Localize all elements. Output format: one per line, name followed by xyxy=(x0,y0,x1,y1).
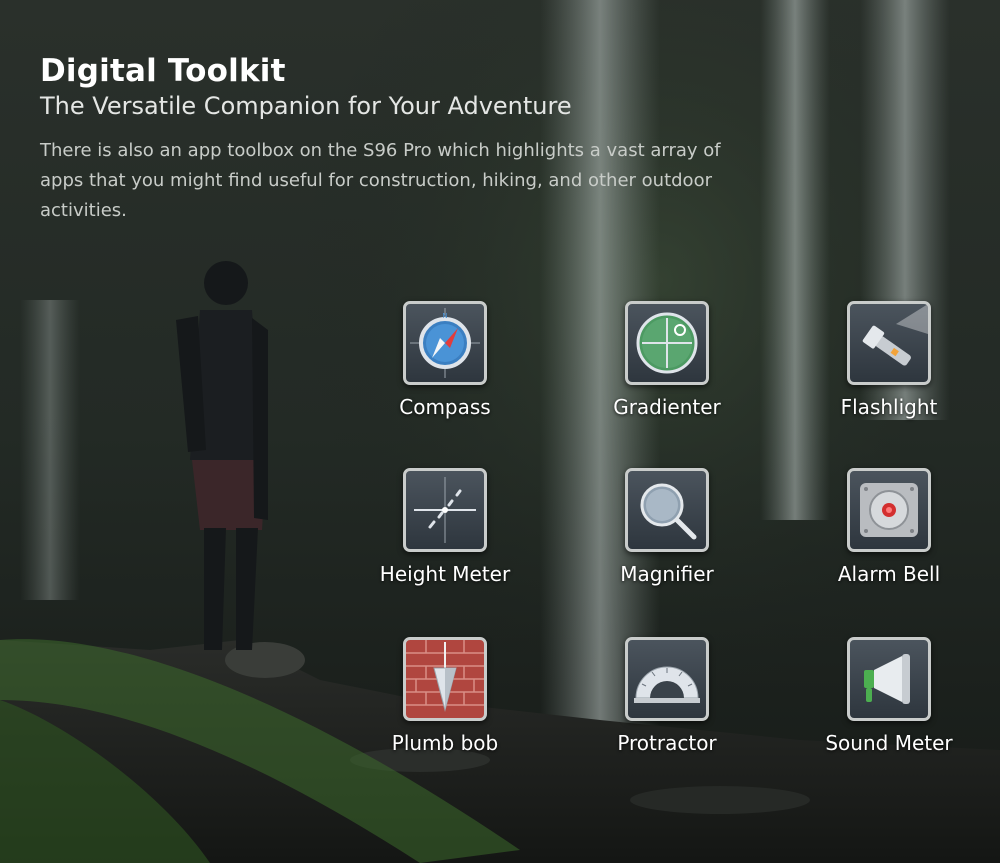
app-grid: N Compass Gradienter Flashlight Height M… xyxy=(0,0,1000,863)
plumb-bob-icon xyxy=(403,637,487,721)
app-label: Compass xyxy=(399,395,491,419)
app-label: Alarm Bell xyxy=(837,562,941,586)
sound-meter-icon xyxy=(847,637,931,721)
app-label: Height Meter xyxy=(379,562,511,586)
gradienter-icon xyxy=(625,301,709,385)
magnifier-icon xyxy=(625,468,709,552)
app-gradienter[interactable]: Gradienter xyxy=(577,301,757,419)
app-label: Gradienter xyxy=(613,395,721,419)
app-sound-meter[interactable]: Sound Meter xyxy=(799,637,979,755)
app-label: Magnifier xyxy=(620,562,714,586)
app-compass[interactable]: N Compass xyxy=(355,301,535,419)
app-magnifier[interactable]: Magnifier xyxy=(577,468,757,586)
app-height-meter[interactable]: Height Meter xyxy=(355,468,535,586)
flashlight-icon xyxy=(847,301,931,385)
app-alarm-bell[interactable]: Alarm Bell xyxy=(799,468,979,586)
app-label: Protractor xyxy=(617,731,717,755)
app-flashlight[interactable]: Flashlight xyxy=(799,301,979,419)
app-protractor[interactable]: Protractor xyxy=(577,637,757,755)
height-meter-icon xyxy=(403,468,487,552)
alarm-bell-icon xyxy=(847,468,931,552)
app-label: Sound Meter xyxy=(825,731,953,755)
svg-text:N: N xyxy=(442,312,447,320)
app-label: Plumb bob xyxy=(391,731,499,755)
app-label: Flashlight xyxy=(840,395,938,419)
compass-icon: N xyxy=(403,301,487,385)
app-plumb-bob[interactable]: Plumb bob xyxy=(355,637,535,755)
protractor-icon xyxy=(625,637,709,721)
